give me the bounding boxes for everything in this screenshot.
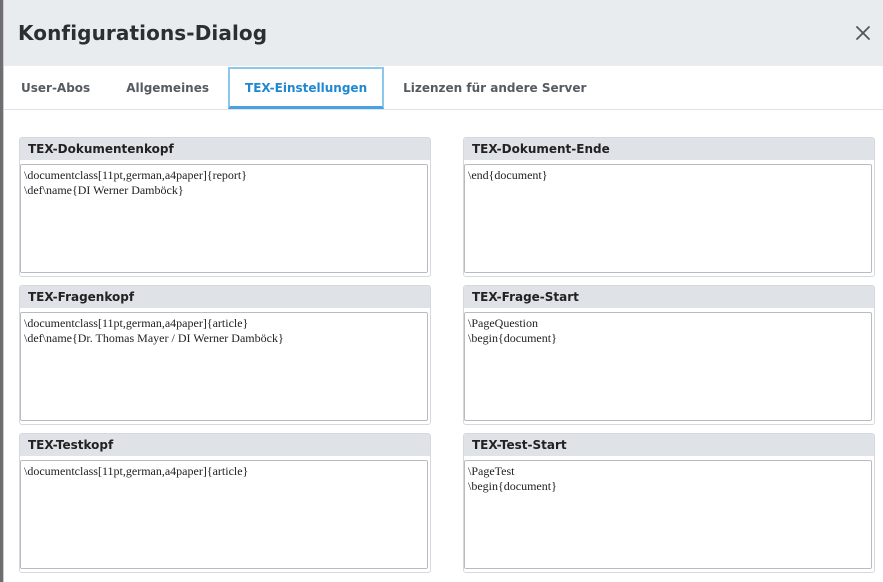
- tab-allgemeines[interactable]: Allgemeines: [109, 66, 226, 109]
- tab-content: TEX-Dokumentenkopf \documentclass[11pt,g…: [19, 137, 877, 582]
- dialog-header: Konfigurations-Dialog: [4, 0, 883, 66]
- tex-frage-start-textarea[interactable]: \PageQuestion \begin{document}: [464, 312, 872, 421]
- tex-dokumentenkopf-textarea[interactable]: \documentclass[11pt,german,a4paper]{repo…: [20, 164, 428, 273]
- tex-fragenkopf-textarea[interactable]: \documentclass[11pt,german,a4paper]{arti…: [20, 312, 428, 421]
- tab-bar: User-Abos Allgemeines TEX-Einstellungen …: [4, 66, 883, 110]
- panel-tex-fragenkopf: TEX-Fragenkopf \documentclass[11pt,germa…: [19, 285, 431, 425]
- tab-lizenzen[interactable]: Lizenzen für andere Server: [386, 66, 603, 109]
- dialog-title: Konfigurations-Dialog: [18, 21, 268, 45]
- panel-label: TEX-Frage-Start: [464, 286, 874, 308]
- panel-label: TEX-Testkopf: [20, 434, 430, 456]
- panel-tex-dokument-ende: TEX-Dokument-Ende \end{document}: [463, 137, 875, 277]
- tex-testkopf-textarea[interactable]: \documentclass[11pt,german,a4paper]{arti…: [20, 460, 428, 569]
- tab-tex-einstellungen[interactable]: TEX-Einstellungen: [228, 67, 385, 109]
- panel-label: TEX-Dokumentenkopf: [20, 138, 430, 160]
- panel-tex-frage-start: TEX-Frage-Start \PageQuestion \begin{doc…: [463, 285, 875, 425]
- panel-tex-dokumentenkopf: TEX-Dokumentenkopf \documentclass[11pt,g…: [19, 137, 431, 277]
- panel-label: TEX-Dokument-Ende: [464, 138, 874, 160]
- tex-test-start-textarea[interactable]: \PageTest \begin{document}: [464, 460, 872, 569]
- close-icon[interactable]: [853, 23, 873, 43]
- panel-label: TEX-Test-Start: [464, 434, 874, 456]
- panel-label: TEX-Fragenkopf: [20, 286, 430, 308]
- tex-dokument-ende-textarea[interactable]: \end{document}: [464, 164, 872, 273]
- panel-tex-test-start: TEX-Test-Start \PageTest \begin{document…: [463, 433, 875, 573]
- configuration-dialog: Konfigurations-Dialog User-Abos Allgemei…: [3, 0, 883, 582]
- tab-user-abos[interactable]: User-Abos: [4, 66, 107, 109]
- panel-tex-testkopf: TEX-Testkopf \documentclass[11pt,german,…: [19, 433, 431, 573]
